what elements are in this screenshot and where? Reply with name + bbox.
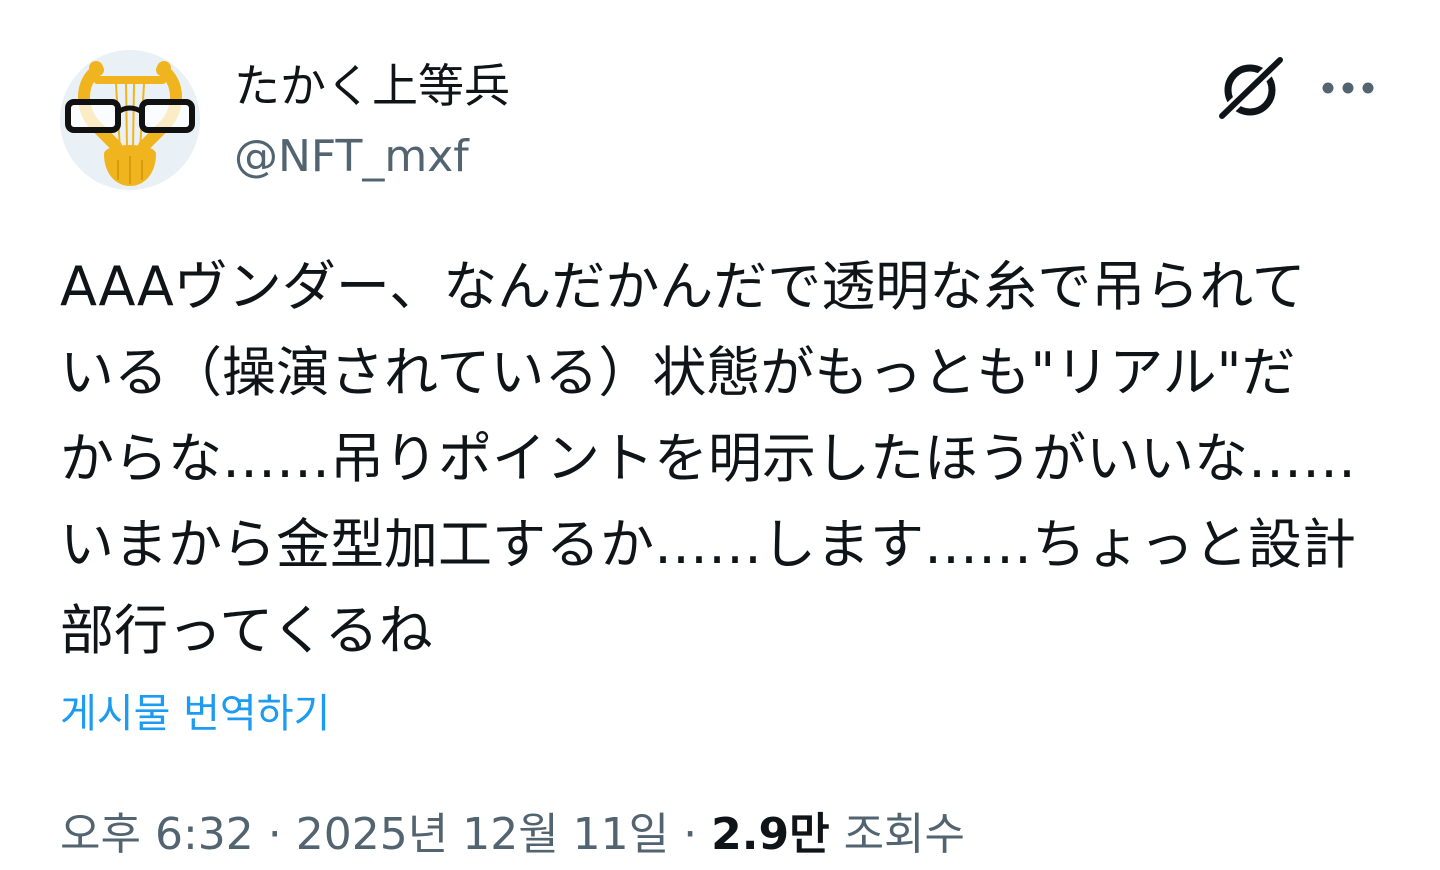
author-display-name[interactable]: たかく上等兵 bbox=[234, 58, 510, 114]
more-options-icon[interactable] bbox=[1318, 70, 1378, 106]
tweet-text-line: AAAヴンダー、なんだかんだで透明な糸で吊られて bbox=[60, 255, 1306, 318]
author-handle[interactable]: @NFT_mxf bbox=[234, 130, 469, 184]
views-label[interactable]: 조회수 bbox=[844, 809, 965, 860]
tweet-text-line: からな……吊りポイントを明示したほうがいいな…… bbox=[60, 427, 1356, 490]
views-count[interactable]: 2.9만 bbox=[711, 809, 829, 860]
tweet-text-line: 部行ってくるね bbox=[60, 599, 433, 662]
tweet-meta: 오후 6:32 · 2025년 12월 11일 · 2.9만 조회수 bbox=[60, 806, 965, 864]
meta-separator: · bbox=[683, 809, 698, 860]
post-date[interactable]: 2025년 12월 11일 bbox=[296, 809, 669, 860]
grok-icon[interactable] bbox=[1214, 55, 1286, 121]
tweet-text: AAAヴンダー、なんだかんだで透明な糸で吊られて いる（操演されている）状態がも… bbox=[60, 244, 1390, 674]
translate-post-link[interactable]: 게시물 번역하기 bbox=[60, 688, 330, 740]
lyre-glasses-avatar-icon bbox=[60, 50, 200, 190]
meta-separator: · bbox=[267, 809, 282, 860]
post-time[interactable]: 오후 6:32 bbox=[60, 809, 254, 860]
avatar[interactable] bbox=[60, 50, 200, 190]
tweet-text-line: いまから金型加工するか……します……ちょっと設計 bbox=[60, 513, 1356, 576]
tweet-text-line: いる（操演されている）状態がもっとも"リアル"だ bbox=[60, 341, 1296, 404]
